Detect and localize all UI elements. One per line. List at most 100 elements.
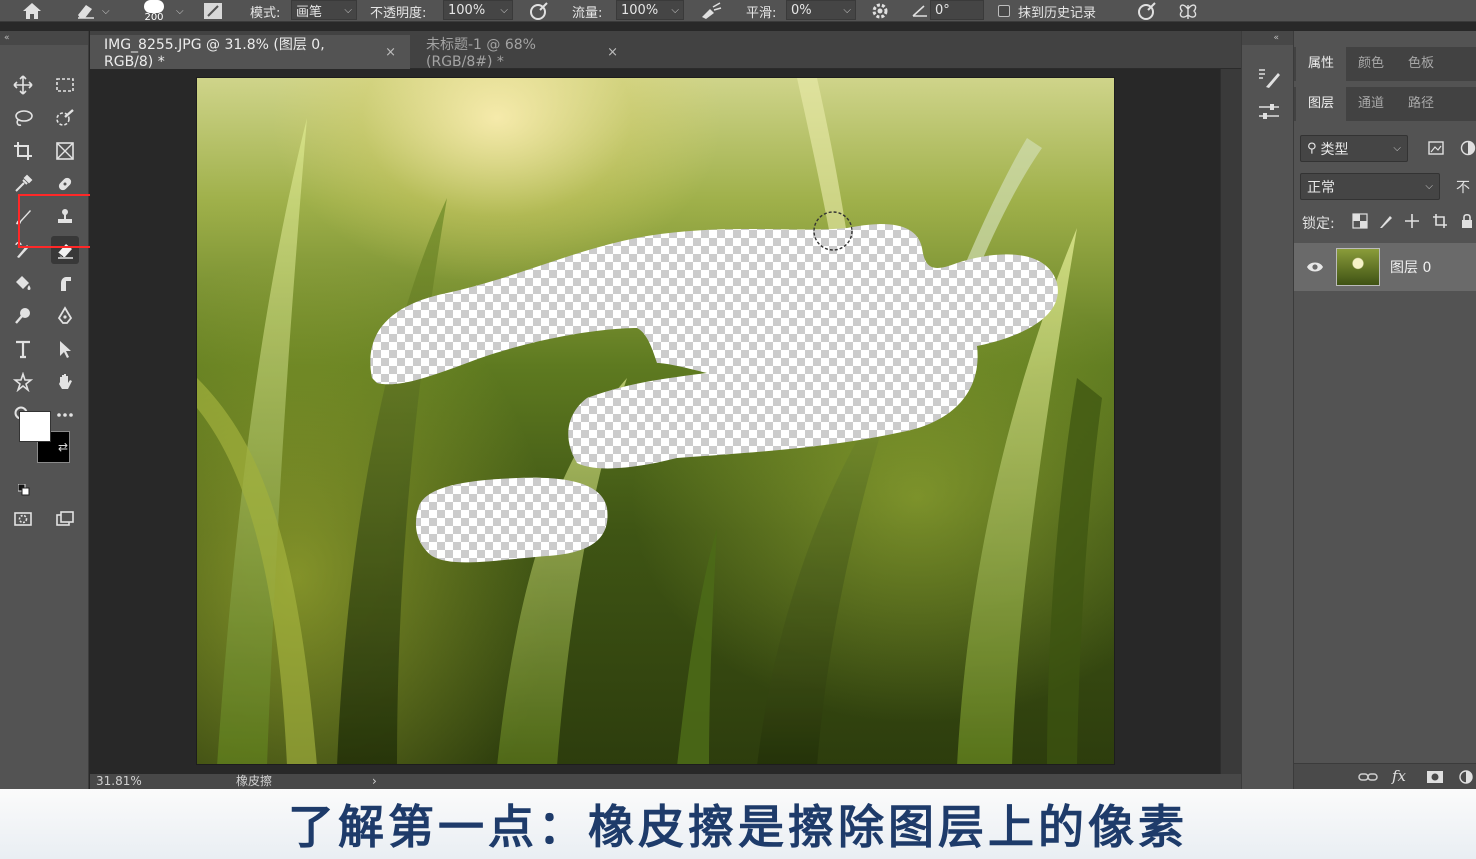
panel-expand-icon[interactable]: « — [1242, 31, 1293, 45]
smoothing-label: 平滑: — [746, 5, 777, 21]
path-selection-tool-icon[interactable] — [51, 335, 79, 363]
angle-field[interactable]: 0° — [930, 0, 984, 20]
status-tool-name: 橡皮擦 — [236, 774, 273, 788]
brush-size-picker[interactable]: 200 — [144, 0, 164, 23]
smoothing-options-gear-icon[interactable] — [870, 0, 890, 22]
frame-tool-icon[interactable] — [51, 137, 79, 165]
lock-position-icon[interactable] — [1404, 213, 1420, 233]
status-bar: 31.81% 橡皮擦 › — [90, 774, 1241, 789]
quick-mask-icon[interactable] — [9, 505, 37, 533]
paint-bucket-tool-icon[interactable] — [9, 269, 37, 297]
subtitle-text: 了解第一点：橡皮擦是擦除图层上的像素 — [288, 800, 1188, 854]
swap-colors-icon[interactable]: ⇄ — [58, 440, 68, 454]
tab-swatches[interactable]: 色板 — [1396, 47, 1446, 81]
tab-layers[interactable]: 图层 — [1296, 87, 1346, 121]
smoothing-field[interactable]: 0% ⌵ — [786, 0, 856, 20]
tab-paths[interactable]: 路径 — [1396, 87, 1446, 121]
crop-tool-icon[interactable] — [9, 137, 37, 165]
zoom-level[interactable]: 31.81% — [96, 774, 142, 789]
layer-thumbnail[interactable] — [1336, 248, 1380, 286]
dodge-tool-icon[interactable] — [9, 302, 37, 330]
tab-color[interactable]: 颜色 — [1346, 47, 1396, 81]
lock-label: 锁定: — [1302, 216, 1335, 232]
video-subtitle: 了解第一点：橡皮擦是擦除图层上的像素 — [0, 789, 1476, 859]
properties-tabs: 属性 颜色 色板 — [1294, 47, 1476, 81]
checkbox-icon — [998, 5, 1010, 17]
brush-settings-icon[interactable] — [202, 0, 224, 22]
lasso-tool-icon[interactable] — [9, 104, 37, 132]
smudge-tool-icon[interactable] — [51, 269, 79, 297]
foreground-color-swatch[interactable] — [19, 411, 51, 442]
layer-name[interactable]: 图层 0 — [1390, 257, 1431, 277]
move-tool-icon[interactable] — [9, 71, 37, 99]
lock-pixels-icon[interactable] — [1378, 213, 1394, 233]
flow-label: 流量: — [572, 5, 603, 21]
layers-tabs: 图层 通道 路径 — [1294, 87, 1476, 121]
link-layers-icon[interactable] — [1358, 769, 1378, 788]
marquee-tool-icon[interactable] — [51, 71, 79, 99]
quick-select-tool-icon[interactable] — [51, 104, 79, 132]
document-image[interactable] — [196, 77, 1115, 765]
close-icon[interactable]: × — [607, 45, 618, 60]
pressure-opacity-icon[interactable] — [528, 0, 550, 22]
airbrush-icon[interactable] — [698, 0, 724, 22]
layers-panel: 属性 颜色 色板 图层 通道 路径 ⚲ 类型 ⌵ 正常 ⌵ 不 锁定: 图层 0… — [1294, 31, 1476, 789]
brush-picker-chevron-icon[interactable]: ⌵ — [176, 0, 184, 22]
angle-icon — [910, 0, 930, 22]
layer-filter-select[interactable]: ⚲ 类型 ⌵ — [1300, 135, 1408, 162]
screen-mode-icon[interactable] — [51, 505, 79, 533]
new-adjustment-layer-icon[interactable] — [1458, 769, 1474, 788]
chevron-down-icon: ⌵ — [843, 4, 851, 16]
tab-channels[interactable]: 通道 — [1346, 87, 1396, 121]
vertical-scrollbar[interactable] — [1220, 69, 1241, 774]
blend-mode-select[interactable]: 正常 ⌵ — [1300, 173, 1440, 200]
opacity-field[interactable]: 100% ⌵ — [443, 0, 513, 20]
eye-visibility-icon[interactable] — [1306, 259, 1324, 278]
status-expand-icon[interactable]: › — [372, 774, 377, 789]
erase-history-checkbox[interactable]: 抹到历史记录 — [998, 0, 1096, 22]
layer-style-fx-icon[interactable]: fx — [1392, 767, 1406, 785]
chevron-down-icon: ⌵ — [1425, 181, 1433, 192]
mode-select[interactable]: 画笔 ⌵ — [291, 0, 357, 20]
chevron-down-icon: ⌵ — [671, 4, 679, 16]
custom-shape-tool-icon[interactable] — [9, 368, 37, 396]
pressure-size-icon[interactable] — [1136, 0, 1158, 22]
hand-tool-icon[interactable] — [51, 368, 79, 396]
chevron-down-icon: ⌵ — [1393, 143, 1401, 154]
tab-img-8255[interactable]: IMG_8255.JPG @ 31.8% (图层 0, RGB/8) * × — [90, 35, 410, 70]
panel-collapse-icon[interactable]: « — [0, 31, 88, 45]
add-mask-icon[interactable] — [1426, 769, 1444, 788]
type-tool-icon[interactable] — [9, 335, 37, 363]
blend-mode-value: 正常 — [1307, 179, 1335, 196]
chevron-down-icon: ⌵ — [344, 4, 352, 16]
mode-value: 画笔 — [296, 4, 323, 20]
adjustment-filter-icon[interactable] — [1460, 140, 1476, 160]
lock-artboard-icon[interactable] — [1432, 213, 1448, 233]
tab-untitled-1[interactable]: 未标题-1 @ 68%(RGB/8#) * × — [412, 35, 632, 70]
angle-value: 0° — [935, 2, 950, 18]
layer-opacity-label: 不 — [1456, 180, 1470, 196]
filter-label: 类型 — [1320, 141, 1349, 158]
erase-history-label: 抹到历史记录 — [1018, 5, 1097, 21]
eraser-preset-icon[interactable]: ⌵ — [74, 0, 110, 22]
tab-properties[interactable]: 属性 — [1296, 47, 1346, 81]
layer-row[interactable]: 图层 0 — [1294, 243, 1476, 291]
home-icon[interactable] — [20, 0, 44, 22]
pixel-filter-icon[interactable] — [1428, 140, 1444, 160]
tab-label: 未标题-1 @ 68%(RGB/8#) * — [426, 37, 536, 70]
close-icon[interactable]: × — [385, 45, 396, 60]
search-icon: ⚲ — [1307, 141, 1317, 156]
brush-settings-panel-icon[interactable] — [1256, 65, 1282, 91]
opacity-value: 100% — [448, 2, 486, 18]
lock-all-icon[interactable] — [1460, 213, 1474, 233]
lock-transparent-icon[interactable] — [1352, 213, 1368, 233]
brush-size-value: 200 — [144, 12, 164, 23]
layers-footer: fx — [1294, 763, 1476, 789]
more-tools-icon[interactable] — [51, 401, 79, 429]
symmetry-butterfly-icon[interactable] — [1176, 0, 1200, 22]
pen-tool-icon[interactable] — [51, 302, 79, 330]
flow-field[interactable]: 100% ⌵ — [616, 0, 684, 20]
default-colors-icon[interactable] — [17, 481, 30, 496]
adjustments-panel-icon[interactable] — [1256, 99, 1282, 125]
smoothing-value: 0% — [791, 2, 812, 18]
